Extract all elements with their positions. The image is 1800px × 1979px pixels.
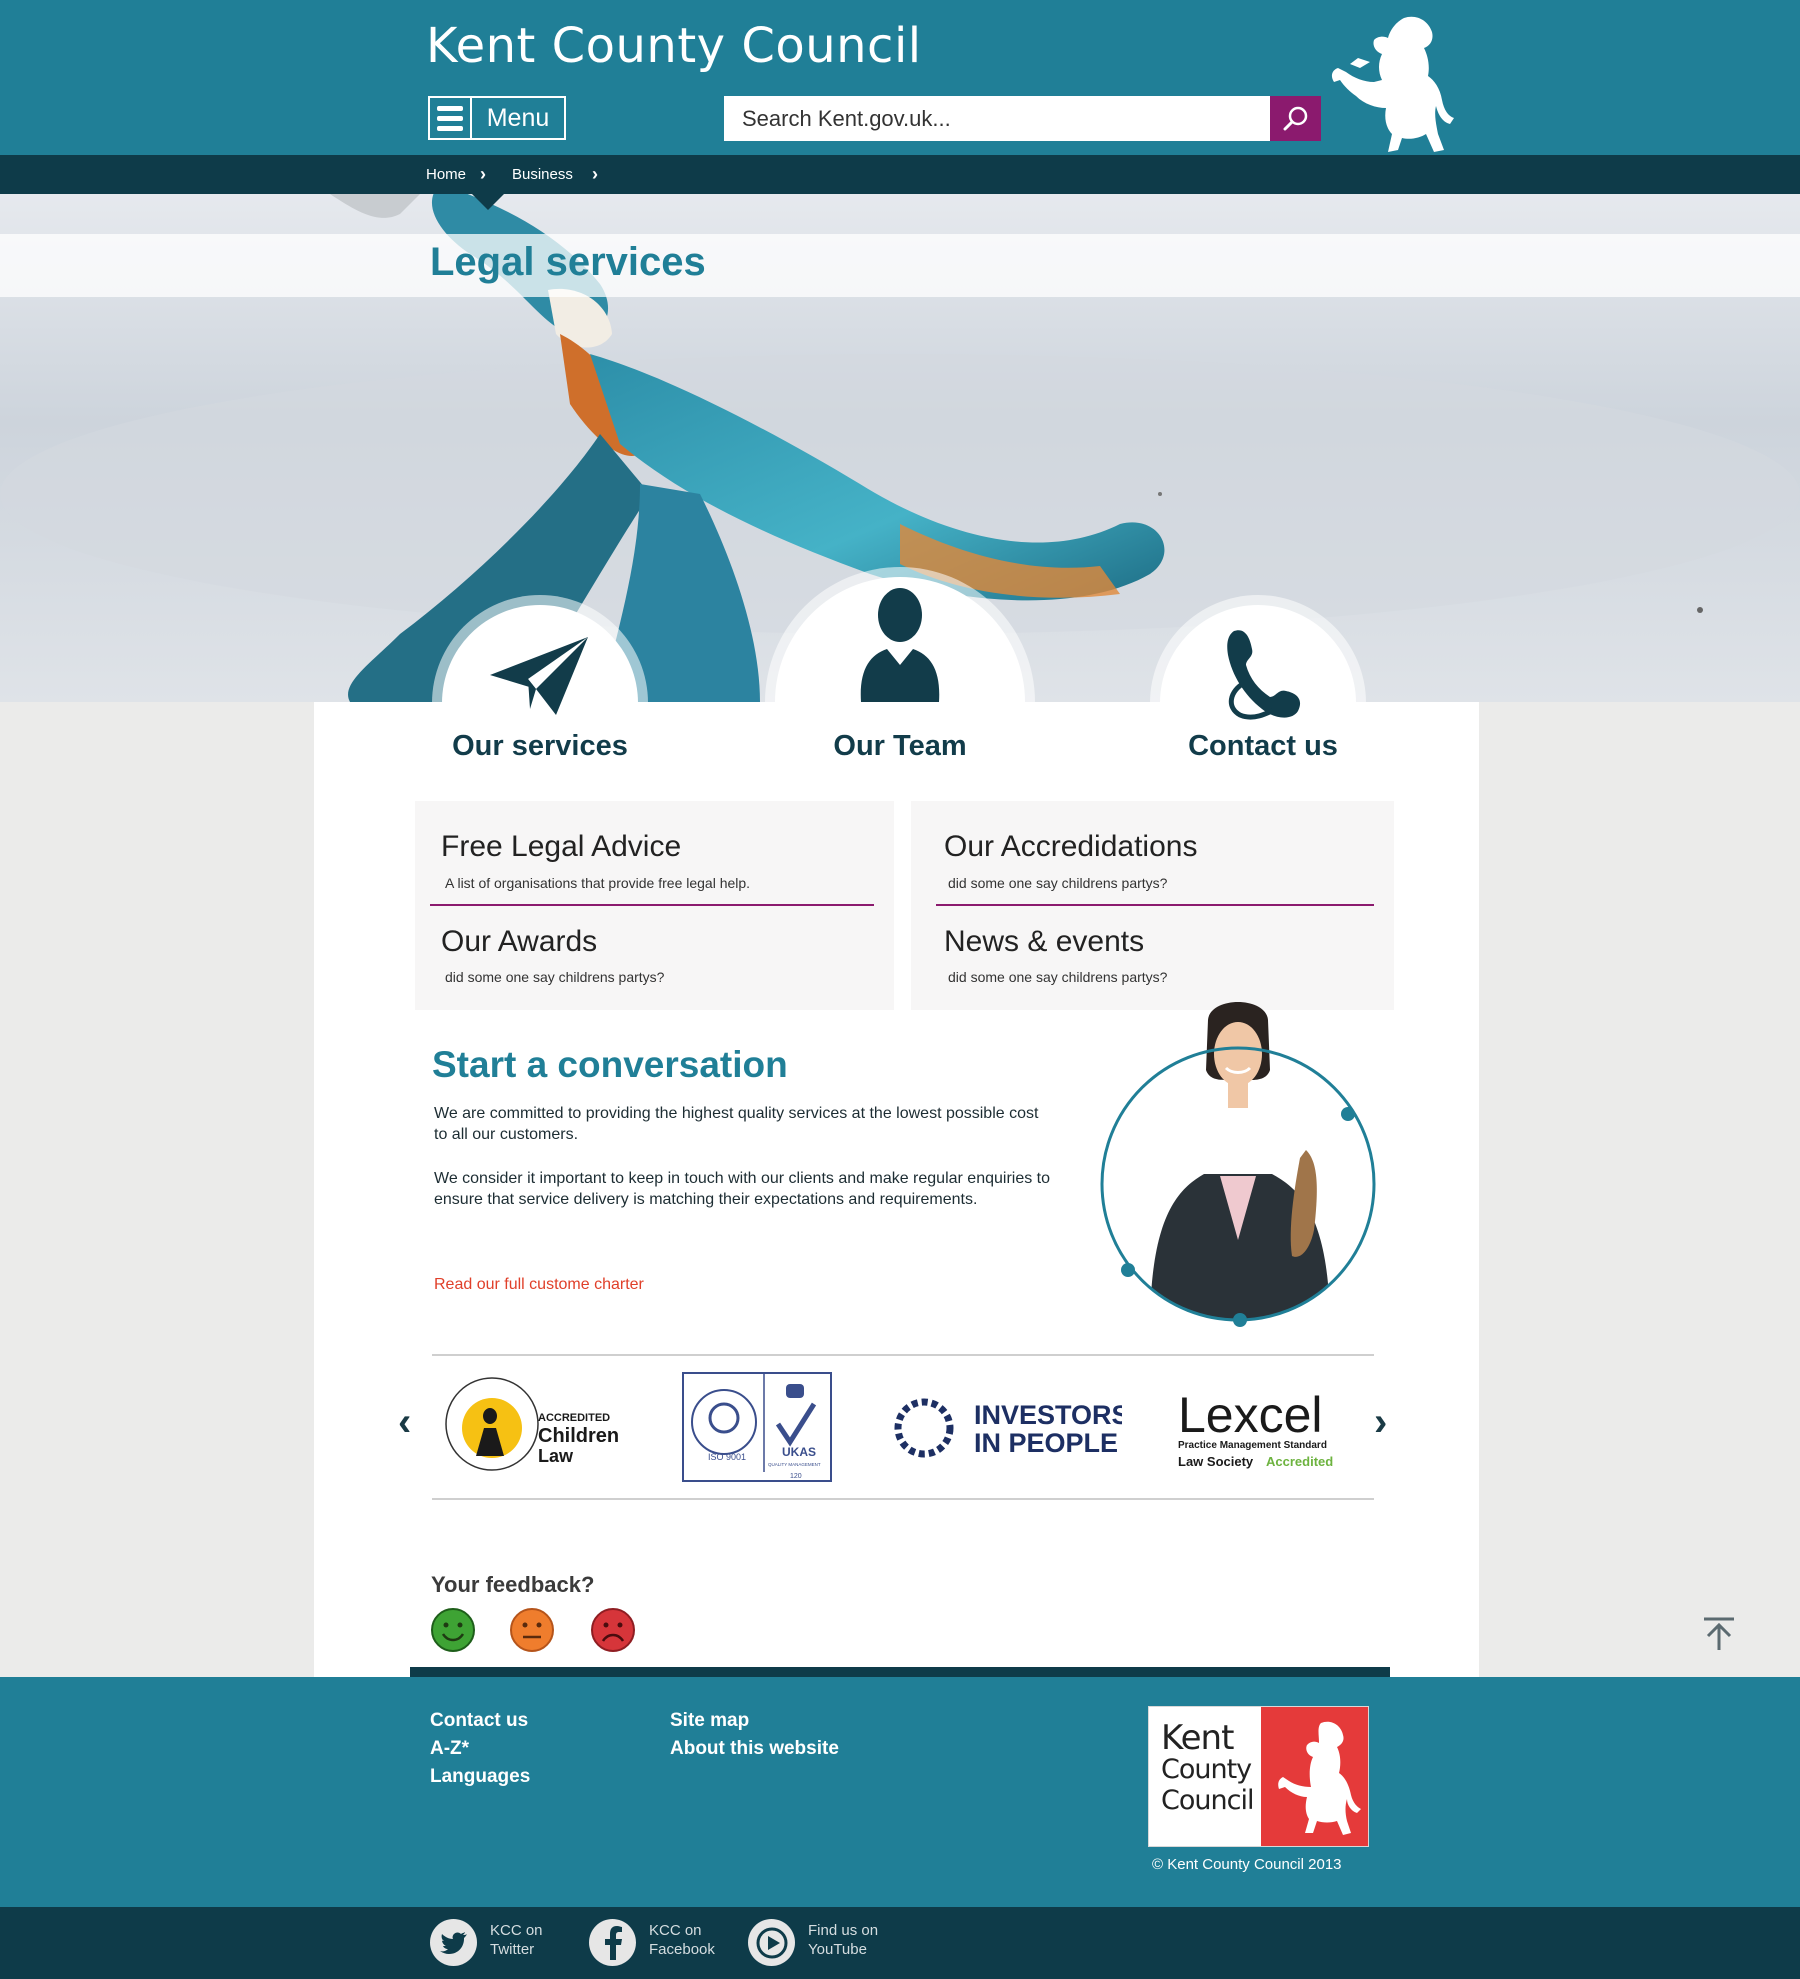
breadcrumb-notch [472, 194, 504, 210]
accreditation-text: INVESTORS [974, 1400, 1122, 1430]
social-text-line: Facebook [649, 1941, 715, 1958]
twitter-link-text[interactable]: KCC on Twitter [490, 1921, 543, 1959]
news-events-link[interactable]: News & events [944, 925, 1144, 959]
accreditation-text: ACCREDITED [538, 1412, 610, 1424]
accreditation-text: UKAS [782, 1445, 816, 1459]
divider [430, 904, 874, 906]
free-legal-advice-link[interactable]: Free Legal Advice [441, 830, 681, 864]
accreditation-text: Children [538, 1425, 619, 1447]
our-team-link[interactable]: Our Team [762, 730, 1038, 763]
kent-horse-icon [1278, 1721, 1361, 1835]
site-title[interactable]: Kent County Council [426, 18, 922, 74]
accreditation-text: ISO 9001 [708, 1452, 746, 1462]
logo-text: County [1161, 1754, 1252, 1785]
chevron-right-icon: › [592, 164, 598, 184]
social-bar [0, 1907, 1800, 1979]
logo-text: Kent [1161, 1718, 1234, 1758]
accredited-children-law-logo: ACCREDITED Children Law [445, 1377, 619, 1471]
neutral-face-icon[interactable] [509, 1607, 555, 1653]
social-text-line: Twitter [490, 1941, 535, 1958]
accreditation-text: Accredited [1266, 1454, 1333, 1469]
breadcrumb-business[interactable]: Business [512, 166, 573, 183]
divider [936, 904, 1374, 906]
logo-text: Council [1161, 1785, 1254, 1816]
accreditation-text: Law [538, 1446, 574, 1466]
facebook-icon [604, 1925, 622, 1960]
accreditation-text: IN PEOPLE [974, 1428, 1118, 1458]
carousel-prev-icon[interactable]: ‹ [398, 1400, 411, 1445]
conversation-title: Start a conversation [432, 1044, 788, 1085]
title-band [0, 234, 1800, 297]
facebook-link-text[interactable]: KCC on Facebook [649, 1921, 715, 1959]
accreditation-text: Lexcel [1178, 1387, 1323, 1443]
back-to-top-icon[interactable] [1702, 1616, 1736, 1652]
social-text-line: KCC on [649, 1922, 702, 1939]
our-services-circle[interactable] [442, 605, 638, 801]
menu-button[interactable]: Menu [428, 96, 566, 140]
social-text-line: Find us on [808, 1922, 879, 1939]
copyright-text: © Kent County Council 2013 [1152, 1856, 1342, 1873]
site-footer [0, 1677, 1800, 1907]
news-events-desc: did some one say childrens partys? [948, 969, 1168, 985]
page-title: Legal services [430, 240, 706, 284]
hamburger-icon [430, 98, 472, 138]
contact-us-circle[interactable] [1160, 605, 1356, 801]
our-accredidations-desc: did some one say childrens partys? [948, 875, 1168, 891]
breadcrumb-home[interactable]: Home [426, 166, 466, 183]
twitter-icon [439, 1931, 467, 1954]
search-input[interactable] [724, 96, 1270, 141]
youtube-icon [756, 1927, 787, 1958]
accreditation-text: Practice Management Standard [1178, 1440, 1327, 1451]
footer-link-contact[interactable]: Contact us [430, 1710, 528, 1732]
contact-us-link[interactable]: Contact us [1125, 730, 1401, 763]
divider [432, 1498, 1374, 1500]
our-services-link[interactable]: Our services [402, 730, 678, 763]
twitter-link[interactable] [430, 1919, 477, 1966]
social-text-line: YouTube [808, 1941, 867, 1958]
staff-photo [1100, 1002, 1376, 1327]
accreditation-text: 120 [790, 1473, 802, 1480]
menu-label: Menu [486, 103, 550, 132]
content-bottom-strip [410, 1667, 1390, 1677]
our-accredidations-link[interactable]: Our Accredidations [944, 830, 1197, 864]
breadcrumb: Home › Business › [0, 155, 1800, 194]
feedback-label: Your feedback? [431, 1572, 595, 1597]
conversation-paragraph: We are committed to providing the highes… [434, 1105, 1039, 1143]
divider [432, 1354, 1374, 1356]
paper-plane-icon [490, 637, 588, 715]
footer-link-site-map[interactable]: Site map [670, 1710, 749, 1732]
accreditation-text: QUALITY MANAGEMENT [768, 1462, 821, 1467]
our-awards-link[interactable]: Our Awards [441, 925, 597, 959]
free-legal-advice-desc: A list of organisations that provide fre… [445, 875, 751, 891]
facebook-link[interactable] [589, 1919, 636, 1966]
person-icon [860, 588, 940, 702]
lexcel-logo: Lexcel Practice Management Standard Law … [1178, 1387, 1333, 1469]
our-team-circle[interactable] [775, 577, 1025, 827]
our-awards-desc: did some one say childrens partys? [445, 969, 665, 985]
happy-face-icon[interactable] [430, 1607, 476, 1653]
footer-link-about[interactable]: About this website [670, 1738, 839, 1760]
iso-ukas-logo: ISO 9001 UKAS QUALITY MANAGEMENT 120 [682, 1372, 832, 1482]
footer-link-a-z[interactable]: A-Z* [430, 1738, 469, 1760]
site-header: Kent County Council Menu [0, 0, 1800, 155]
kcc-footer-logo[interactable]: Kent County Council [1148, 1706, 1369, 1847]
kent-horse-logo-icon [1331, 16, 1454, 152]
youtube-link-text[interactable]: Find us on YouTube [808, 1921, 878, 1959]
footer-link-languages[interactable]: Languages [430, 1766, 530, 1788]
chevron-right-icon: › [480, 164, 486, 184]
search-bar [724, 96, 1321, 141]
conversation-paragraph: We consider it important to keep in touc… [434, 1170, 1051, 1208]
carousel-next-icon[interactable]: › [1374, 1400, 1387, 1445]
social-text-line: KCC on [490, 1922, 543, 1939]
sad-face-icon[interactable] [590, 1607, 636, 1653]
customer-charter-link[interactable]: Read our full custome charter [434, 1276, 644, 1294]
investors-in-people-logo: INVESTORS IN PEOPLE [894, 1398, 1122, 1458]
phone-icon [1227, 630, 1301, 720]
accreditation-text: Law Society [1178, 1454, 1254, 1469]
youtube-link[interactable] [748, 1919, 795, 1966]
